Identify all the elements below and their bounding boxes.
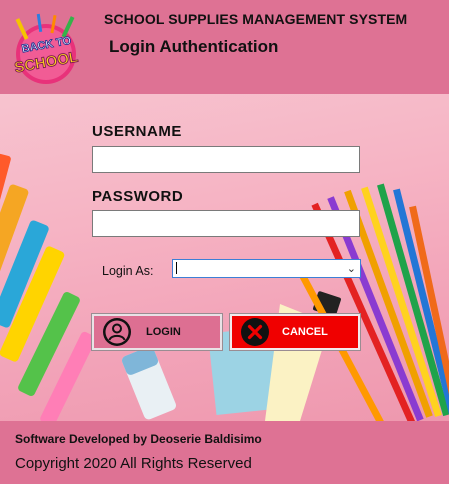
developer-credit: Software Developed by Deoserie Baldisimo [15, 432, 262, 446]
chevron-down-icon[interactable]: ⌄ [347, 262, 356, 275]
close-icon [241, 318, 269, 346]
login-button[interactable]: LOGIN [91, 313, 223, 351]
user-icon [103, 318, 131, 346]
background-image [0, 94, 449, 421]
school-supplies-illustration [0, 153, 449, 421]
login-as-select[interactable]: ⌄ [172, 259, 361, 278]
text-cursor [176, 262, 177, 274]
cancel-button[interactable]: CANCEL [229, 313, 361, 351]
app-title: SCHOOL SUPPLIES MANAGEMENT SYSTEM [104, 11, 408, 27]
password-input[interactable] [92, 210, 360, 237]
copyright-text: Copyright 2020 All Rights Reserved [15, 455, 252, 472]
header-bar: BACK TO SCHOOL SCHOOL SUPPLIES MANAGEMEN… [0, 0, 449, 94]
footer-bar [0, 421, 449, 484]
login-button-label: LOGIN [146, 326, 181, 338]
left-markers-decoration [0, 153, 96, 421]
cancel-button-label: CANCEL [282, 326, 328, 338]
password-label: PASSWORD [92, 188, 184, 205]
login-as-label: Login As: [102, 264, 154, 278]
page-subtitle: Login Authentication [109, 37, 279, 56]
eraser-decoration [122, 346, 176, 420]
username-label: USERNAME [92, 123, 182, 140]
username-input[interactable] [92, 146, 360, 173]
back-to-school-logo: BACK TO SCHOOL [13, 13, 80, 84]
